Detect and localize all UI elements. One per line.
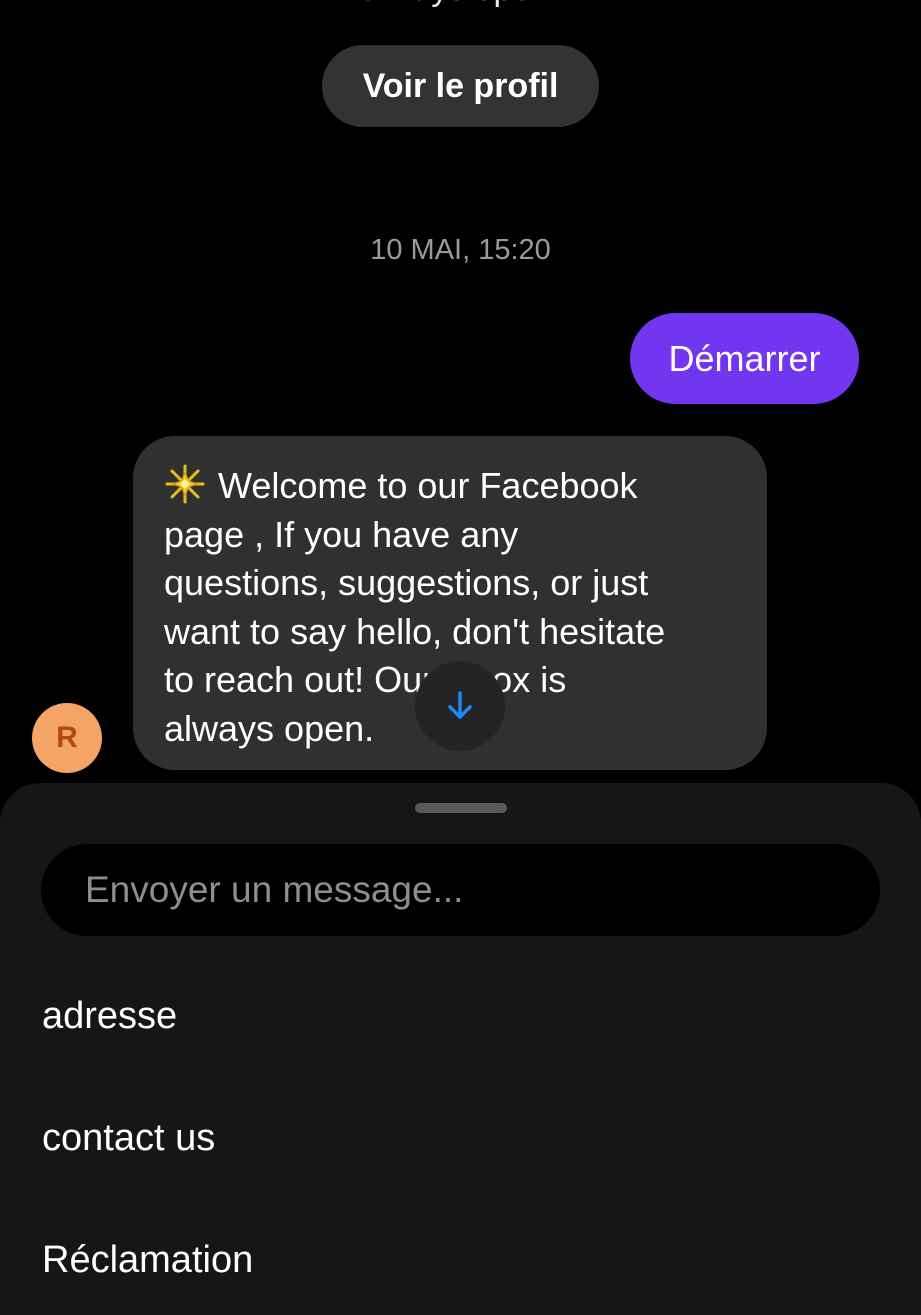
quick-reply-contact-us[interactable]: contact us	[42, 1117, 215, 1160]
message-input[interactable]	[83, 868, 880, 912]
sent-message-bubble[interactable]: Démarrer	[630, 313, 859, 404]
arrow-down-icon	[448, 691, 472, 719]
sender-avatar[interactable]: R	[32, 703, 102, 773]
message-timestamp: 10 MAI, 15:20	[370, 234, 551, 266]
previous-message-fragment: always open.	[0, 0, 921, 9]
scroll-to-bottom-button[interactable]	[415, 661, 505, 751]
message-composer[interactable]	[41, 844, 880, 936]
quick-reply-reclamation[interactable]: Réclamation	[42, 1239, 253, 1282]
quick-reply-adresse[interactable]: adresse	[42, 995, 177, 1038]
view-profile-button[interactable]: Voir le profil	[322, 45, 599, 127]
quick-reply-sheet: adresse contact us Réclamation	[0, 783, 921, 1315]
sparkle-icon	[165, 464, 205, 504]
sheet-drag-handle[interactable]	[415, 803, 507, 813]
